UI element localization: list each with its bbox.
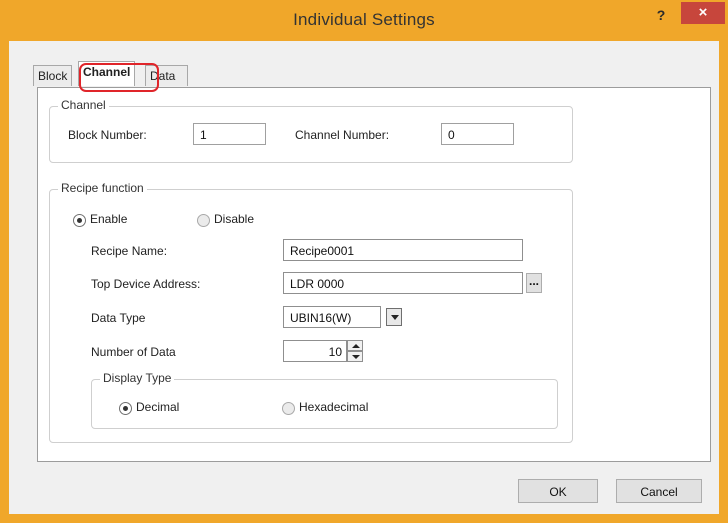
recipe-name-input[interactable]: Recipe0001	[283, 239, 523, 261]
recipe-function-group: Recipe function Enable Disable Recipe Na…	[49, 181, 573, 443]
cancel-button[interactable]: Cancel	[616, 479, 702, 503]
title-bar[interactable]: Individual Settings ? ×	[1, 1, 727, 41]
tab-block[interactable]: Block	[33, 65, 73, 86]
recipe-name-label: Recipe Name:	[91, 244, 168, 258]
channel-number-label: Channel Number:	[295, 128, 390, 142]
spin-down-icon[interactable]	[347, 351, 363, 362]
block-number-label: Block Number:	[68, 128, 147, 142]
top-device-address-label: Top Device Address:	[91, 277, 201, 291]
ok-button[interactable]: OK	[518, 479, 598, 503]
disable-radio[interactable]	[197, 214, 210, 227]
disable-label[interactable]: Disable	[214, 212, 254, 226]
data-type-select[interactable]: UBIN16(W)	[283, 306, 381, 328]
recipe-group-legend: Recipe function	[58, 181, 147, 195]
channel-number-field: 0	[441, 123, 514, 145]
dialog-window: Individual Settings ? × Block Channel Da…	[0, 0, 728, 523]
tab-channel[interactable]: Channel	[78, 61, 136, 86]
number-of-data-stepper[interactable]	[347, 340, 363, 362]
chevron-down-icon[interactable]	[386, 308, 402, 326]
display-type-group: Display Type Decimal Hexadecimal	[91, 371, 558, 429]
browse-button[interactable]: ...	[526, 273, 542, 293]
channel-group: Channel Block Number: 1 Channel Number: …	[49, 98, 573, 163]
hexadecimal-radio[interactable]	[282, 402, 295, 415]
tab-panel-channel: Channel Block Number: 1 Channel Number: …	[37, 87, 711, 462]
close-button[interactable]: ×	[681, 2, 725, 24]
spin-up-icon[interactable]	[347, 340, 363, 351]
help-button[interactable]: ?	[651, 7, 671, 27]
number-of-data-input[interactable]: 10	[283, 340, 347, 362]
enable-label[interactable]: Enable	[90, 212, 127, 226]
decimal-radio[interactable]	[119, 402, 132, 415]
hexadecimal-label[interactable]: Hexadecimal	[299, 400, 368, 414]
enable-radio[interactable]	[73, 214, 86, 227]
dialog-body: Block Channel Data Channel Block Number:…	[9, 41, 719, 514]
dialog-title: Individual Settings	[293, 10, 435, 29]
channel-group-legend: Channel	[58, 98, 109, 112]
display-type-legend: Display Type	[100, 371, 175, 385]
top-device-address-input[interactable]: LDR 0000	[283, 272, 523, 294]
block-number-field: 1	[193, 123, 266, 145]
decimal-label[interactable]: Decimal	[136, 400, 179, 414]
tab-data[interactable]: Data	[145, 65, 189, 86]
number-of-data-label: Number of Data	[91, 345, 176, 359]
data-type-label: Data Type	[91, 311, 146, 325]
